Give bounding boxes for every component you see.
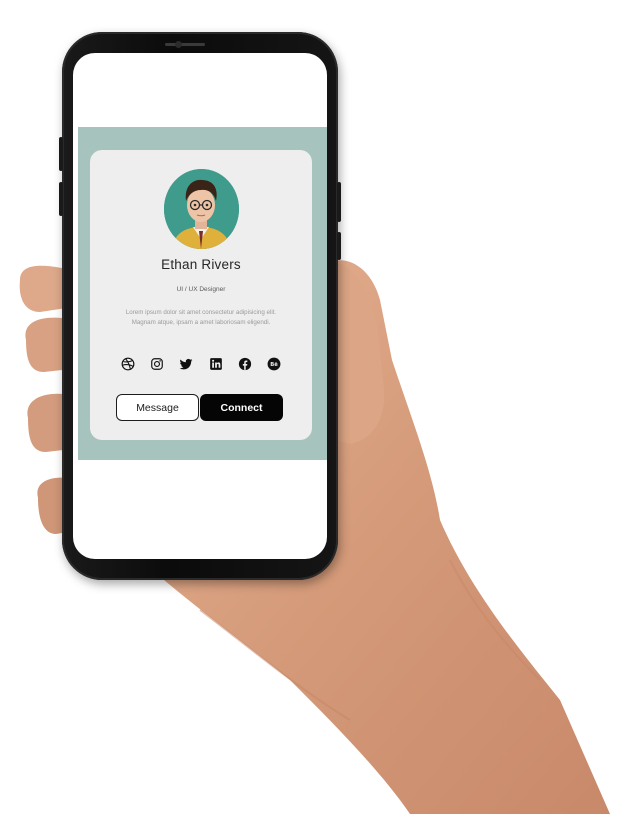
dribbble-icon[interactable] — [121, 357, 135, 371]
instagram-icon[interactable] — [150, 357, 164, 371]
connect-button[interactable]: Connect — [200, 394, 283, 421]
avatar — [164, 169, 239, 249]
facebook-icon[interactable] — [238, 357, 252, 371]
profile-bio: Lorem ipsum dolor sit amet consectetur a… — [125, 309, 277, 326]
phone-screen: Ethan Rivers UI / UX Designer Lorem ipsu… — [73, 53, 327, 559]
twitter-icon[interactable] — [179, 357, 193, 371]
volume-up-button — [59, 137, 63, 171]
avatar-portrait — [164, 169, 239, 249]
profile-role: UI / UX Designer — [176, 286, 226, 293]
profile-card: Ethan Rivers UI / UX Designer Lorem ipsu… — [90, 150, 312, 440]
phone-frame: Ethan Rivers UI / UX Designer Lorem ipsu… — [59, 32, 341, 580]
linkedin-icon[interactable] — [209, 357, 223, 371]
front-camera — [175, 41, 182, 48]
profile-name: Ethan Rivers — [161, 257, 241, 272]
power-button — [337, 182, 341, 222]
mockup-stage: Ethan Rivers UI / UX Designer Lorem ipsu… — [0, 0, 633, 814]
svg-text:Bē: Bē — [270, 362, 278, 368]
volume-down-button — [59, 182, 63, 216]
social-links: Bē — [121, 356, 281, 372]
side-button — [337, 232, 341, 260]
behance-icon[interactable]: Bē — [267, 357, 281, 371]
message-button[interactable]: Message — [116, 394, 199, 421]
speaker-grille — [165, 43, 205, 46]
